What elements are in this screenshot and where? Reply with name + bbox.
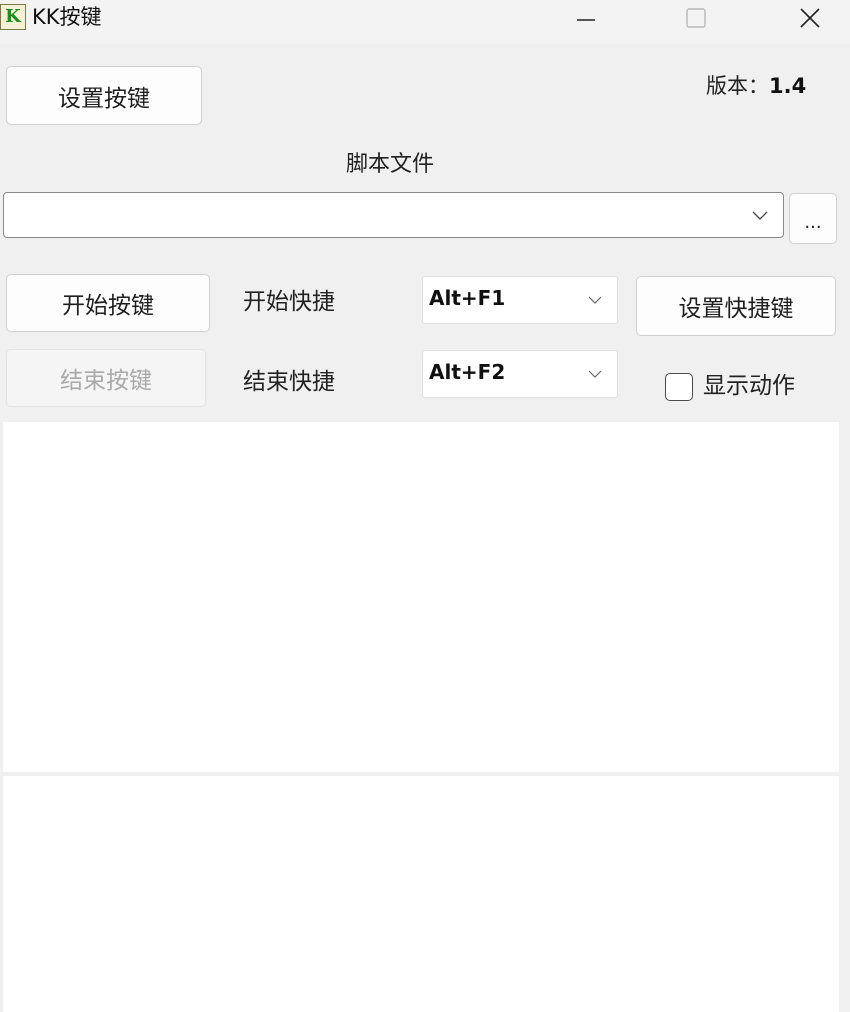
start-button[interactable]: 开始按键 [6,274,210,332]
minimize-icon [577,19,595,21]
show-actions-checkbox[interactable] [665,373,693,401]
chevron-down-icon[interactable] [587,369,603,379]
script-file-combo[interactable] [3,192,784,238]
window-title: KK按键 [32,5,102,29]
close-button[interactable] [780,0,840,36]
maximize-icon [686,8,706,28]
log-panel-top[interactable] [3,422,839,772]
set-keys-button[interactable]: 设置按键 [6,66,202,125]
show-actions-label: 显示动作 [703,373,795,399]
stop-hotkey-value: Alt+F2 [429,360,506,384]
chevron-down-icon[interactable] [587,295,603,305]
stop-hotkey-select[interactable]: Alt+F2 [422,350,618,398]
stop-hotkey-label: 结束快捷 [243,369,335,395]
script-file-label: 脚本文件 [346,152,435,177]
start-hotkey-label: 开始快捷 [243,289,335,315]
version-value: 1.4 [769,74,807,98]
maximize-button[interactable] [666,0,726,36]
close-icon [800,8,820,28]
stop-button[interactable]: 结束按键 [6,349,206,407]
set-hotkey-button[interactable]: 设置快捷键 [636,276,836,336]
app-icon: K [0,4,26,30]
start-hotkey-value: Alt+F1 [429,286,506,310]
browse-button[interactable]: ... [789,193,837,244]
start-hotkey-select[interactable]: Alt+F1 [422,276,618,324]
chevron-down-icon[interactable] [751,209,769,221]
version-label: 版本：1.4 [706,72,806,100]
minimize-button[interactable] [556,0,616,36]
title-bar: K KK按键 [0,0,850,44]
log-panel-bottom[interactable] [3,776,839,1012]
version-key: 版本： [706,74,769,98]
